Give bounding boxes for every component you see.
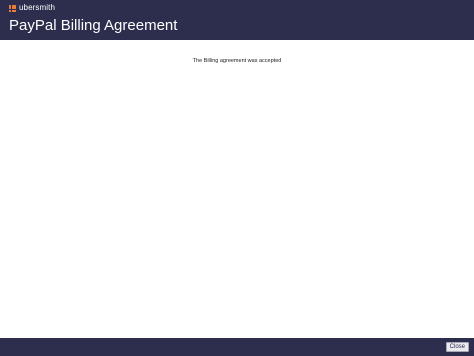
header-bar: ubersmith PayPal Billing Agreement: [0, 0, 474, 40]
footer-bar: Close: [0, 338, 474, 356]
brand: ubersmith: [9, 3, 55, 13]
ubersmith-logo-icon: [9, 4, 16, 12]
content-area: The Billing agreement was accepted: [0, 40, 474, 338]
page-title: PayPal Billing Agreement: [9, 17, 178, 34]
brand-name: ubersmith: [19, 3, 56, 12]
status-message: The Billing agreement was accepted: [192, 58, 282, 64]
close-button[interactable]: Close: [445, 342, 469, 352]
billing-agreement-window: ubersmith PayPal Billing Agreement The B…: [0, 0, 474, 356]
